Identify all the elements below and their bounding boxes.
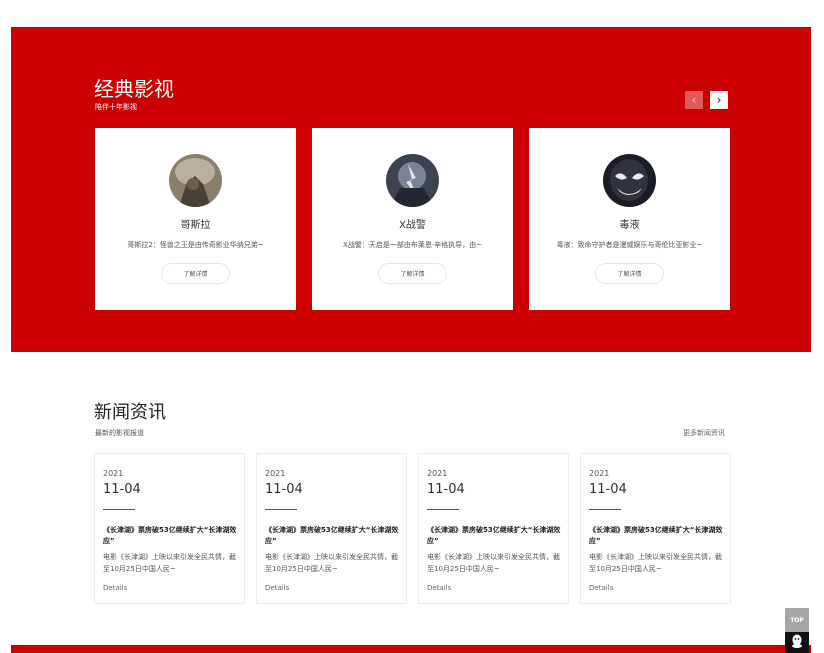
news-year: 2021 — [589, 469, 610, 478]
film-name: 毒液 — [619, 220, 640, 231]
film-avatar — [386, 154, 439, 207]
news-card[interactable]: 2021 11-04 《长津湖》票房破53亿继续扩大“长津湖效应” 电影《长津湖… — [94, 453, 245, 604]
news-summary: 电影《长津湖》上映以来引发全民共情，截至10月25日中国人民~ — [265, 553, 398, 573]
news-details-link[interactable]: Details — [103, 584, 127, 592]
news-divider — [265, 509, 297, 510]
news-summary: 电影《长津湖》上映以来引发全民共情，截至10月25日中国人民~ — [427, 553, 560, 573]
film-cards: 哥斯拉 哥斯拉2：怪兽之王是由传奇影业华纳兄弟~ 了解详情 X战警 X战警：天启… — [95, 128, 730, 310]
news-year: 2021 — [427, 469, 448, 478]
news-divider — [103, 509, 135, 510]
film-details-button[interactable]: 了解详情 — [595, 263, 664, 284]
carousel-prev-button[interactable]: ‹ — [685, 91, 703, 109]
news-headline[interactable]: 《长津湖》票房破53亿继续扩大“长津湖效应” — [265, 525, 400, 547]
news-card[interactable]: 2021 11-04 《长津湖》票房破53亿继续扩大“长津湖效应” 电影《长津湖… — [418, 453, 569, 604]
film-card[interactable]: X战警 X战警：天启是一部由布莱恩·辛格执导，由~ 了解详情 — [312, 128, 513, 310]
news-divider — [427, 509, 459, 510]
classic-films-section: 经典影视 陪伴十年影视 ‹ › 哥斯拉 哥斯拉2：怪兽之王是由传奇影业华纳兄弟~… — [11, 27, 811, 352]
footer-bar — [11, 645, 811, 653]
qq-penguin-icon — [791, 633, 803, 652]
news-date: 11-04 — [103, 482, 141, 497]
carousel-next-button[interactable]: › — [710, 91, 728, 109]
qq-contact-button[interactable] — [785, 632, 809, 653]
news-subtitle: 最新的影视报道 — [95, 429, 144, 437]
film-avatar — [603, 154, 656, 207]
news-title: 新闻资讯 — [94, 402, 166, 423]
news-summary: 电影《长津湖》上映以来引发全民共情，截至10月25日中国人民~ — [103, 553, 236, 573]
news-year: 2021 — [265, 469, 286, 478]
film-description: X战警：天启是一部由布莱恩·辛格执导，由~ — [343, 241, 482, 249]
news-card[interactable]: 2021 11-04 《长津湖》票房破53亿继续扩大“长津湖效应” 电影《长津湖… — [256, 453, 407, 604]
news-details-link[interactable]: Details — [589, 584, 613, 592]
classic-title: 经典影视 — [94, 77, 174, 101]
news-divider — [589, 509, 621, 510]
news-headline[interactable]: 《长津湖》票房破53亿继续扩大“长津湖效应” — [427, 525, 562, 547]
film-card[interactable]: 毒液 毒液：致命守护者是漫威娱乐与哥伦比亚影业~ 了解详情 — [529, 128, 730, 310]
news-details-link[interactable]: Details — [265, 584, 289, 592]
news-card[interactable]: 2021 11-04 《长津湖》票房破53亿继续扩大“长津湖效应” 电影《长津湖… — [580, 453, 731, 604]
film-details-button[interactable]: 了解详情 — [378, 263, 447, 284]
news-details-link[interactable]: Details — [427, 584, 451, 592]
film-details-button[interactable]: 了解详情 — [161, 263, 230, 284]
film-name: 哥斯拉 — [180, 220, 211, 231]
news-date: 11-04 — [265, 482, 303, 497]
chevron-right-icon: › — [716, 93, 722, 107]
film-description: 毒液：致命守护者是漫威娱乐与哥伦比亚影业~ — [556, 241, 703, 249]
news-headline[interactable]: 《长津湖》票房破53亿继续扩大“长津湖效应” — [589, 525, 724, 547]
news-date: 11-04 — [589, 482, 627, 497]
film-description: 哥斯拉2：怪兽之王是由传奇影业华纳兄弟~ — [127, 241, 264, 249]
film-card[interactable]: 哥斯拉 哥斯拉2：怪兽之王是由传奇影业华纳兄弟~ 了解详情 — [95, 128, 296, 310]
news-year: 2021 — [103, 469, 124, 478]
film-avatar — [169, 154, 222, 207]
news-date: 11-04 — [427, 482, 465, 497]
more-news-link[interactable]: 更多新闻资讯 — [683, 428, 725, 438]
news-summary: 电影《长津湖》上映以来引发全民共情，截至10月25日中国人民~ — [589, 553, 722, 573]
news-headline[interactable]: 《长津湖》票房破53亿继续扩大“长津湖效应” — [103, 525, 238, 547]
film-name: X战警 — [399, 220, 426, 231]
news-cards: 2021 11-04 《长津湖》票房破53亿继续扩大“长津湖效应” 电影《长津湖… — [94, 453, 731, 604]
chevron-left-icon: ‹ — [691, 93, 697, 107]
classic-subtitle: 陪伴十年影视 — [95, 103, 137, 111]
back-to-top-button[interactable]: TOP — [785, 608, 809, 632]
